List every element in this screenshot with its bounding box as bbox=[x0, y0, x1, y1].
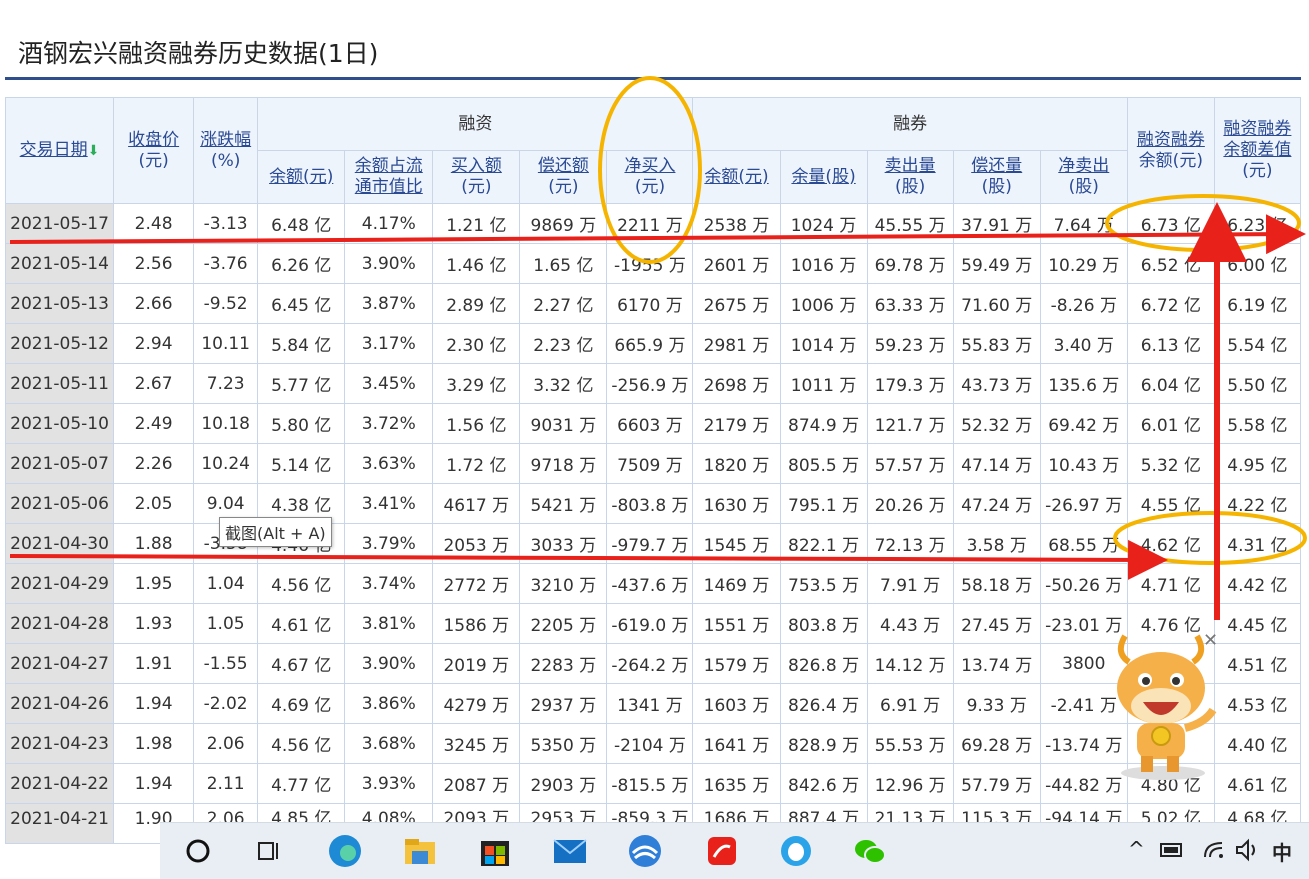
edge-icon[interactable] bbox=[325, 831, 365, 871]
mascot-ox-icon[interactable] bbox=[1105, 628, 1220, 783]
store-icon[interactable] bbox=[475, 831, 515, 871]
network-app-icon[interactable] bbox=[625, 831, 665, 871]
search-icon[interactable] bbox=[178, 831, 218, 871]
taskbar: ^ 中 bbox=[160, 822, 1309, 879]
qq-icon[interactable] bbox=[776, 831, 816, 871]
mail-icon[interactable] bbox=[550, 831, 590, 871]
highlight-ellipse-bottom-values bbox=[1113, 511, 1307, 565]
tray-chevron-icon[interactable]: ^ bbox=[1128, 837, 1145, 861]
highlight-ellipse-net-buy bbox=[598, 76, 702, 264]
ime-indicator[interactable]: 中 bbox=[1272, 837, 1292, 866]
close-mascot-icon[interactable]: ✕ bbox=[1203, 630, 1218, 651]
red-app-icon[interactable] bbox=[702, 831, 742, 871]
task-view-icon[interactable] bbox=[248, 831, 288, 871]
wechat-icon[interactable] bbox=[850, 831, 890, 871]
file-explorer-icon[interactable] bbox=[400, 831, 440, 871]
highlight-ellipse-top-values bbox=[1105, 194, 1301, 252]
arrow-bottom-row bbox=[9, 539, 1168, 580]
wifi-icon[interactable] bbox=[1200, 835, 1230, 865]
volume-icon[interactable] bbox=[1232, 835, 1262, 865]
battery-icon[interactable] bbox=[1155, 835, 1189, 865]
arrow-top-row bbox=[9, 214, 1306, 255]
